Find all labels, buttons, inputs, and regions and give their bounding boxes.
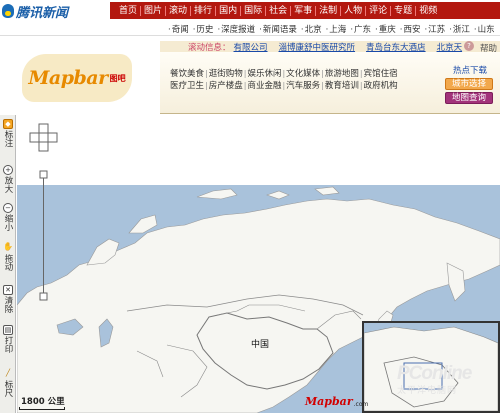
nav-item[interactable]: 人物 [341,5,367,16]
tool-zoom-out[interactable]: − 缩小 [0,203,16,231]
tool-ruler[interactable]: ╱ 标尺 [0,369,16,397]
scale-label: 1800 公里 [21,397,65,407]
tool-label: 拖动 [3,254,13,271]
mapbar-logo-text: Mapbar [28,67,108,89]
zoom-out-icon: − [3,203,13,213]
map-brand-text: Mapbar [305,395,353,408]
category-link[interactable]: 汽车服务 [286,79,320,91]
category-band: 餐饮美食 | 逛街购物 | 娱乐休闲 | 文化媒体 | 旅游地图 | 宾馆住宿 医疗卫生 |… [160,52,500,114]
watermark-line1: PConline [397,363,472,384]
category-link[interactable]: 旅游地图 [325,67,359,79]
watermark: PConline 太平洋电脑网 [397,363,500,396]
category-link[interactable]: 宾馆住宿 [364,67,398,79]
mapbar-logo[interactable]: Mapbar 图吧 [22,54,132,102]
tool-label: 打印 [3,336,13,353]
subnav-item[interactable]: 山东 [472,23,497,35]
subnav-item[interactable]: 北京 [299,23,324,35]
mapbar-logo-area: Mapbar 图吧 [0,48,160,114]
map-tool-sidebar: ◆ 标注 + 放大 − 缩小 ✋ 拖动 ✕ 清除 ▤ 打印 ╱ 标尺 [0,115,16,413]
subnav-item[interactable]: 西安 [398,23,423,35]
city-select-button[interactable]: 城市选择 [445,78,493,90]
nav-item[interactable]: 首页 [116,5,142,16]
subnav-item[interactable]: 广东 [348,23,373,35]
subnav-item[interactable]: 新闻语录 [257,23,299,35]
nav-item[interactable]: 国内 [216,5,242,16]
nav-item[interactable]: 军事 [291,5,317,16]
map-canvas[interactable]: 中国 1800 公里 Mapbar .com PConline 太平洋电脑网 [17,115,500,413]
nav-item[interactable]: 滚动 [166,5,192,16]
nav-item[interactable]: 视频 [416,6,440,16]
nav-item[interactable]: 图片 [141,5,167,16]
mapbar-header: Mapbar 图吧 滚动信息： 有限公司 淄博康舒中医研究所 青岛台东大酒店 北… [0,37,500,114]
zoom-in-icon: + [3,165,13,175]
tag-icon: ◆ [3,119,13,129]
subnav-item[interactable]: 上海 [324,23,349,35]
scroll-info-label: 滚动信息： [188,42,231,53]
subnav-item[interactable]: 浙江 [447,23,472,35]
scroll-info-link[interactable]: 青岛台东大酒店 [366,41,426,53]
tool-label: 标注 [3,130,13,147]
country-label-china: 中国 [251,340,270,350]
category-row: 餐饮美食 | 逛街购物 | 娱乐休闲 | 文化媒体 | 旅游地图 | 宾馆住宿 [170,67,398,80]
subnav-item[interactable]: 深度报道 [215,23,257,35]
subnav-item[interactable]: 江苏 [422,23,447,35]
tool-zoom-in[interactable]: + 放大 [0,165,16,193]
category-link[interactable]: 商业金融 [247,79,281,91]
hand-icon: ✋ [3,242,13,251]
help-icon[interactable]: ? [464,41,474,51]
category-link[interactable]: 政府机构 [364,79,398,91]
category-link[interactable]: 房产楼盘 [209,79,243,91]
tencent-news-logo[interactable]: 腾讯新闻 [2,2,84,21]
category-link[interactable]: 餐饮美食 [170,67,204,79]
tool-label: 放大 [3,176,13,193]
hot-download-link[interactable]: 热点下载 [453,64,487,76]
subnav-item[interactable]: 奇闻 [166,23,191,35]
category-link[interactable]: 医疗卫生 [170,79,204,91]
nav-item[interactable]: 评论 [366,5,392,16]
subnav-item[interactable]: 重庆 [373,23,398,35]
tool-label: 标尺 [3,380,13,397]
penguin-icon [2,4,14,18]
tool-tag[interactable]: ◆ 标注 [0,119,16,147]
nav-item[interactable]: 法制 [316,5,342,16]
print-icon: ▤ [3,325,13,335]
tencent-news-logo-text: 腾讯新闻 [16,5,69,21]
scroll-info-link[interactable]: 淄博康舒中医研究所 [279,41,356,53]
tool-clear[interactable]: ✕ 清除 [0,285,16,313]
mapbar-logo-sub: 图吧 [109,73,126,83]
scroll-info-link[interactable]: 有限公司 [234,41,268,53]
map-brand-sub: .com [353,401,369,408]
category-link[interactable]: 逛街购物 [209,67,243,79]
tool-label: 缩小 [3,214,13,231]
top-news-bar: 腾讯新闻 首页 图片 滚动 排行 国内 国际 社会 军事 法制 人物 评论 专题… [0,0,500,22]
scroll-info-link[interactable]: 北京天 [437,41,463,53]
sub-nav: 奇闻 历史 深度报道 新闻语录 北京 上海 广东 重庆 西安 江苏 浙江 山东 [0,22,500,36]
category-link[interactable]: 教育培训 [325,79,359,91]
ruler-icon: ╱ [5,369,11,377]
tool-print[interactable]: ▤ 打印 [0,325,16,353]
watermark-line2: 太平洋电脑网 [397,386,458,396]
tool-pan[interactable]: ✋ 拖动 [0,242,16,272]
nav-item[interactable]: 专题 [391,5,417,16]
map-brand-logo: Mapbar .com [305,395,368,408]
map-query-button[interactable]: 地图查询 [445,92,493,104]
category-row: 医疗卫生 | 房产楼盘 | 商业金融 | 汽车服务 | 教育培训 | 政府机构 [170,79,398,92]
main-nav: 首页 图片 滚动 排行 国内 国际 社会 军事 法制 人物 评论 专题 视频 [110,2,500,19]
scale-bar [19,407,65,410]
nav-item[interactable]: 社会 [266,5,292,16]
tool-label: 清除 [3,296,13,313]
category-link[interactable]: 娱乐休闲 [247,67,281,79]
scroll-info-bar: 滚动信息： 有限公司 淄博康舒中医研究所 青岛台东大酒店 北京天 ? 帮助 [160,41,500,54]
nav-item[interactable]: 国际 [241,5,267,16]
clear-icon: ✕ [3,285,13,295]
category-link[interactable]: 文化媒体 [286,67,320,79]
subnav-item[interactable]: 历史 [191,23,216,35]
nav-item[interactable]: 排行 [191,5,217,16]
